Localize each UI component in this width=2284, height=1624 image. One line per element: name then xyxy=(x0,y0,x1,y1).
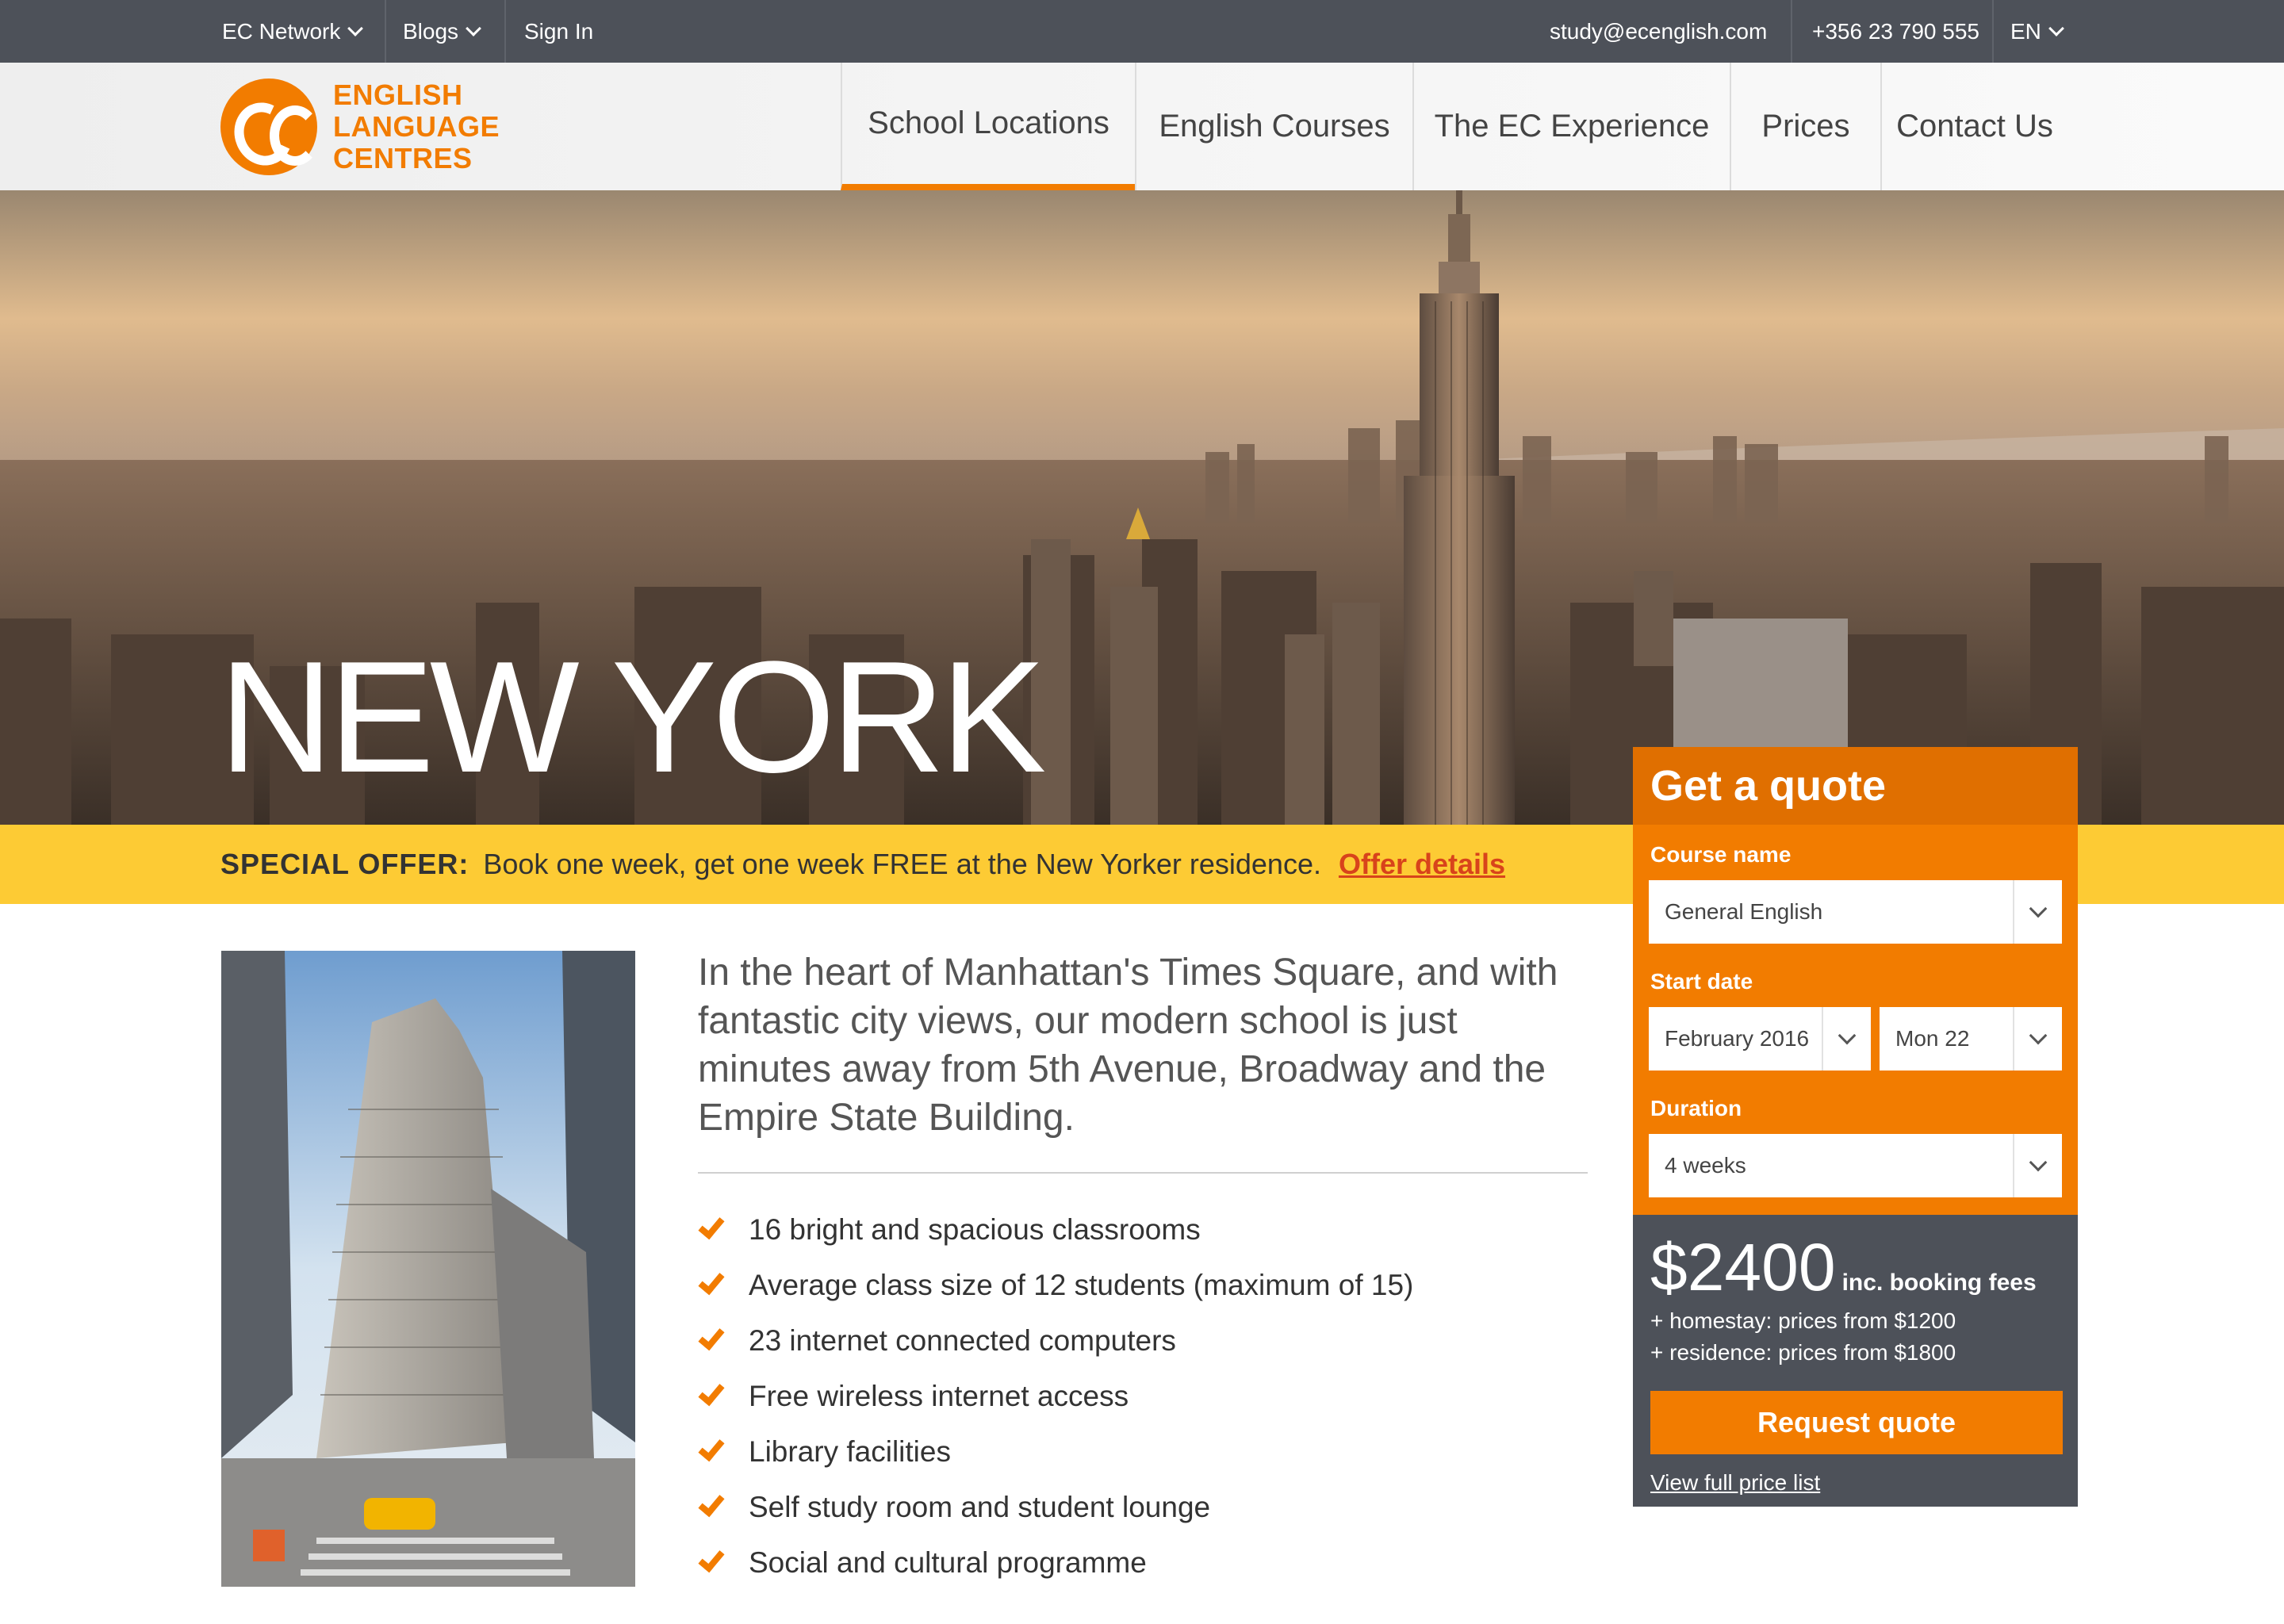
request-quote-button[interactable]: Request quote xyxy=(1650,1391,2063,1454)
view-full-price-list-link[interactable]: View full price list xyxy=(1650,1470,1820,1496)
language-label: EN xyxy=(2010,18,2041,44)
offer-text: Book one week, get one week FREE at the … xyxy=(483,848,1321,880)
start-day-select[interactable]: Mon 22 xyxy=(1880,1007,2062,1071)
feature-text: 16 bright and spacious classrooms xyxy=(749,1213,1201,1246)
homestay-price: + homestay: prices from $1200 xyxy=(1650,1308,1956,1333)
school-building-photo xyxy=(221,951,635,1587)
topbar-divider xyxy=(1791,0,1792,63)
duration-value: 4 weeks xyxy=(1665,1153,1746,1178)
chevron-down-icon xyxy=(2048,20,2064,36)
nav-ec-experience[interactable]: The EC Experience xyxy=(1412,63,1730,190)
features-list: 16 bright and spacious classrooms Averag… xyxy=(698,1202,1413,1591)
email-link[interactable]: study@ecenglish.com xyxy=(1550,0,1767,63)
school-intro: In the heart of Manhattan's Times Square… xyxy=(698,952,1558,1139)
offer-label: SPECIAL OFFER: xyxy=(220,848,469,880)
language-selector[interactable]: EN xyxy=(2010,0,2064,63)
logo-wordmark: ENGLISH LANGUAGE CENTRES xyxy=(333,79,500,174)
sign-in-link[interactable]: Sign In xyxy=(524,0,593,63)
blogs-label: Blogs xyxy=(403,18,459,44)
main-header: ENGLISH LANGUAGE CENTRES School Location… xyxy=(0,63,2284,190)
phone-link[interactable]: +356 23 790 555 xyxy=(1812,0,1979,63)
nav-prices[interactable]: Prices xyxy=(1730,63,1880,190)
quote-title: Get a quote xyxy=(1633,747,2078,825)
feature-text: Library facilities xyxy=(749,1435,951,1468)
nav-contact-us[interactable]: Contact Us xyxy=(1880,63,2067,190)
topbar-divider xyxy=(1992,0,1994,63)
logo-line-1: ENGLISH xyxy=(333,79,463,111)
course-name-select[interactable]: General English xyxy=(1649,880,2062,944)
nav-english-courses[interactable]: English Courses xyxy=(1135,63,1412,190)
checkmark-icon xyxy=(698,1545,725,1573)
top-utility-bar: EC Network Blogs Sign In study@ecenglish… xyxy=(0,0,2284,63)
feature-text: Average class size of 12 students (maxim… xyxy=(749,1269,1414,1301)
ec-network-label: EC Network xyxy=(222,18,341,44)
checkmark-icon xyxy=(698,1489,725,1518)
chevron-down-icon xyxy=(466,20,481,36)
duration-label: Duration xyxy=(1650,1096,1742,1120)
course-name-value: General English xyxy=(1665,899,1823,924)
feature-text: Social and cultural programme xyxy=(749,1546,1147,1579)
school-building-image xyxy=(221,951,635,1587)
checkmark-icon xyxy=(698,1267,725,1296)
start-month-select[interactable]: February 2016 xyxy=(1649,1007,1871,1071)
residence-price: + residence: prices from $1800 xyxy=(1650,1340,1956,1365)
content-divider xyxy=(698,1172,1588,1174)
ec-logo-icon xyxy=(220,79,320,175)
price-value: $2400 xyxy=(1650,1230,1836,1304)
course-name-label: Course name xyxy=(1650,842,1792,867)
feature-text: 23 internet connected computers xyxy=(749,1324,1176,1357)
hero-title: NEW YORK xyxy=(219,629,1046,806)
chevron-down-icon xyxy=(2013,880,2062,944)
blogs-menu[interactable]: Blogs xyxy=(403,0,481,63)
ec-network-menu[interactable]: EC Network xyxy=(222,0,364,63)
checkmark-icon xyxy=(698,1434,725,1462)
price-note: inc. booking fees xyxy=(1841,1270,2037,1296)
start-month-value: February 2016 xyxy=(1665,1026,1810,1051)
hero-banner: NEW YORK xyxy=(0,190,2284,825)
feature-text: Self study room and student lounge xyxy=(749,1491,1211,1523)
feature-text: Free wireless internet access xyxy=(749,1380,1129,1412)
offer-details-link[interactable]: Offer details xyxy=(1339,848,1505,881)
topbar-divider xyxy=(385,0,386,63)
nav-school-locations[interactable]: School Locations xyxy=(841,63,1135,190)
logo-line-2: LANGUAGE xyxy=(333,110,500,143)
start-day-value: Mon 22 xyxy=(1895,1026,1970,1051)
duration-select[interactable]: 4 weeks xyxy=(1649,1134,2062,1197)
quote-widget: Get a quote Course name General English … xyxy=(1633,747,2078,1507)
checkmark-icon xyxy=(698,1212,725,1240)
ec-logo[interactable]: ENGLISH LANGUAGE CENTRES xyxy=(220,79,500,175)
chevron-down-icon xyxy=(347,20,364,36)
start-date-label: Start date xyxy=(1650,969,1753,994)
list-item: Social and cultural programme xyxy=(698,1535,1413,1591)
list-item: Library facilities xyxy=(698,1424,1413,1480)
list-item: Free wireless internet access xyxy=(698,1369,1413,1424)
quote-price-panel: $2400 inc. booking fees + homestay: pric… xyxy=(1633,1215,2078,1507)
topbar-divider xyxy=(504,0,506,63)
checkmark-icon xyxy=(698,1378,725,1407)
quote-form: Get a quote Course name General English … xyxy=(1633,747,2078,1215)
price-display: $2400 inc. booking fees xyxy=(1650,1229,2037,1306)
checkmark-icon xyxy=(698,1323,725,1351)
chevron-down-icon xyxy=(1822,1007,1871,1071)
list-item: Average class size of 12 students (maxim… xyxy=(698,1258,1413,1313)
list-item: 16 bright and spacious classrooms xyxy=(698,1202,1413,1258)
chevron-down-icon xyxy=(2013,1007,2062,1071)
list-item: 23 internet connected computers xyxy=(698,1313,1413,1369)
chevron-down-icon xyxy=(2013,1134,2062,1197)
logo-line-3: CENTRES xyxy=(333,142,473,174)
list-item: Self study room and student lounge xyxy=(698,1480,1413,1535)
